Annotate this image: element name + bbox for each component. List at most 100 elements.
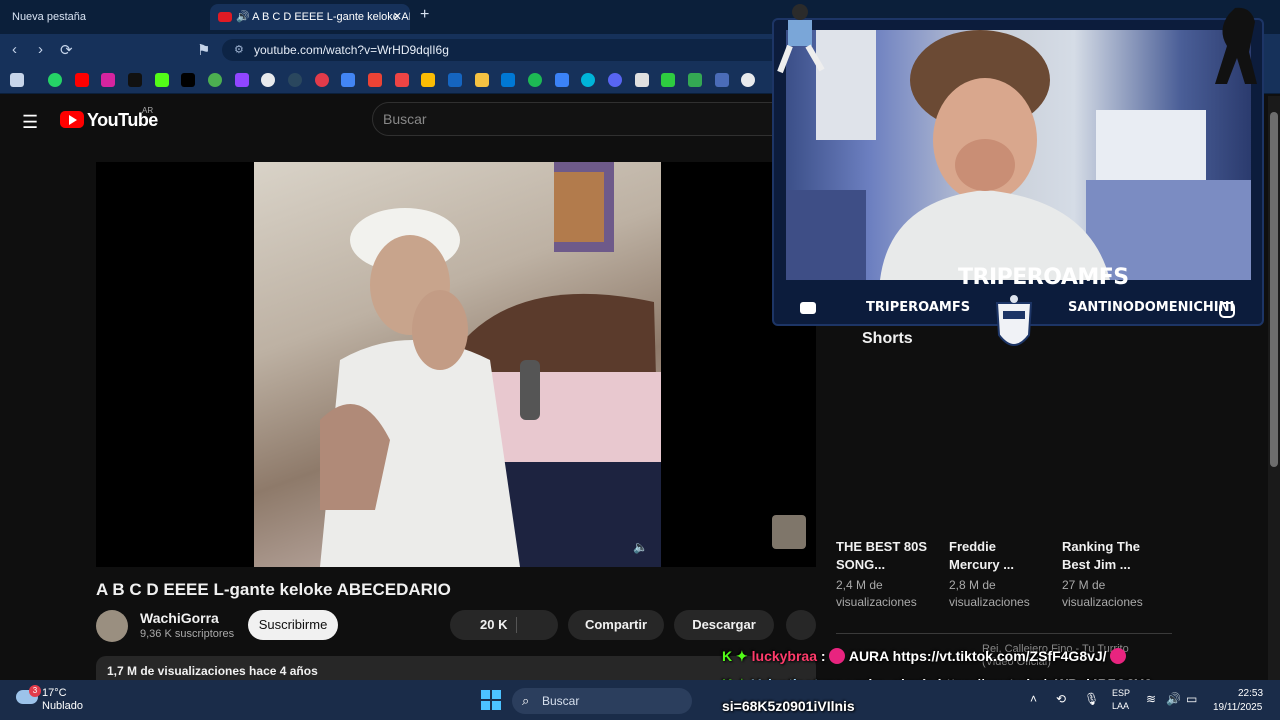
divider: [836, 633, 1172, 634]
keyboard-layout[interactable]: LAA: [1112, 701, 1129, 711]
tab-new-tab[interactable]: Nueva pestaña: [0, 4, 205, 30]
streamer-name: TRIPEROAMFS: [958, 265, 1129, 290]
volume-icon[interactable]: 🔈: [633, 540, 648, 554]
notification-badge: 3: [29, 685, 41, 697]
windows-start-icon[interactable]: [481, 690, 501, 710]
video-title: A B C D EEEE L-gante keloke ABECEDARIO: [96, 580, 451, 599]
instagram-handle: SANTINODOMENICHINI: [1068, 300, 1235, 315]
short-card[interactable]: THE BEST 80S SONG... 2,4 M de visualizac…: [836, 538, 936, 611]
channel-watermark-icon[interactable]: [772, 515, 806, 549]
bookmark-icon[interactable]: [715, 73, 729, 87]
google-icon[interactable]: [741, 73, 755, 87]
apps-icon[interactable]: [10, 73, 24, 87]
emote-icon: [829, 648, 846, 664]
forward-icon[interactable]: ›: [38, 41, 43, 58]
youtube-icon[interactable]: [75, 73, 89, 87]
url-text: youtube.com/watch?v=WrHD9dqlI6g: [254, 43, 449, 57]
avatar[interactable]: [96, 610, 128, 642]
short-views: 27 M de visualizaciones: [1062, 578, 1143, 609]
country-code: AR: [142, 106, 154, 115]
bookmark-icon[interactable]: [635, 73, 649, 87]
tab-label: A B C D EEEE L-gante keloke ABECEDARIO: [252, 11, 410, 23]
subscriber-count: 9,36 K suscriptores: [140, 628, 235, 640]
short-views: 2,8 M de visualizaciones: [949, 578, 1030, 609]
discord-icon[interactable]: [608, 73, 622, 87]
youtube-handle: TRIPEROAMFS: [866, 300, 971, 315]
search-input[interactable]: Buscar: [372, 102, 792, 136]
battery-icon[interactable]: ▭: [1186, 692, 1197, 706]
chat-message-continuation: si=68K5z0901iVIlnis: [722, 698, 855, 714]
bookmark-icon[interactable]: ⚑: [197, 41, 210, 59]
short-views: 2,4 M de visualizaciones: [836, 578, 917, 609]
drive-icon[interactable]: [421, 73, 435, 87]
docs-icon[interactable]: [341, 73, 355, 87]
bookmark-icon[interactable]: [661, 73, 675, 87]
like-button[interactable]: 20 K: [450, 610, 558, 640]
instagram-icon[interactable]: [101, 73, 115, 87]
channel-name[interactable]: WachiGorra: [140, 610, 219, 626]
chat-text: AURA https://vt.tiktok.com/ZSfF4G8vJ/: [848, 648, 1107, 664]
taskbar-search[interactable]: ⌕ Buscar: [512, 688, 692, 714]
close-icon[interactable]: ✕: [393, 4, 402, 30]
bookmark-icon[interactable]: [501, 73, 515, 87]
wifi-icon[interactable]: ≋: [1146, 692, 1156, 706]
emote-icon: [1110, 648, 1127, 664]
microphone-icon[interactable]: 🎙: [1084, 692, 1099, 706]
bookmark-icon[interactable]: [208, 73, 222, 87]
gmail-icon[interactable]: [368, 73, 382, 87]
club-crest-icon: [995, 295, 1033, 346]
like-count: 20 K: [480, 617, 508, 632]
volume-icon[interactable]: 🔊: [1166, 692, 1181, 706]
chat-message: K ✦ luckybraa : AURA https://vt.tiktok.c…: [722, 648, 1127, 665]
drive-icon[interactable]: [688, 73, 702, 87]
language-indicator[interactable]: ESP: [1112, 688, 1130, 698]
site-info-icon[interactable]: ⚙: [234, 39, 244, 61]
back-icon[interactable]: ‹: [12, 41, 17, 58]
clock-date[interactable]: 19/11/2025: [1213, 702, 1262, 713]
x-icon[interactable]: [181, 73, 195, 87]
reload-icon[interactable]: ⟳: [60, 41, 73, 59]
short-card[interactable]: Freddie Mercury ... 2,8 M de visualizaci…: [949, 538, 1049, 611]
short-card[interactable]: Ranking The Best Jim ... 27 M de visuali…: [1062, 538, 1162, 611]
download-button[interactable]: Descargar: [674, 610, 774, 640]
tab-label: Nueva pestaña: [12, 11, 86, 23]
short-title: Ranking The Best Jim ...: [1062, 539, 1141, 572]
share-button[interactable]: Compartir: [568, 610, 664, 640]
subscribe-button[interactable]: Suscribirme: [248, 610, 338, 640]
video-stats: 1,7 M de visualizaciones hace 4 años: [107, 664, 318, 678]
bookmark-icon[interactable]: [315, 73, 329, 87]
google-icon[interactable]: [261, 73, 275, 87]
steam-icon[interactable]: [288, 73, 302, 87]
spotify-icon[interactable]: [528, 73, 542, 87]
bookmark-icon[interactable]: [475, 73, 489, 87]
person-figure-image: [320, 208, 540, 567]
shorts-heading: Shorts: [862, 330, 913, 347]
kick-icon[interactable]: [155, 73, 169, 87]
chart-icon[interactable]: [395, 73, 409, 87]
kick-icon: K ✦: [722, 648, 748, 664]
youtube-logo-icon[interactable]: [60, 111, 84, 128]
scrollbar-thumb[interactable]: [1270, 112, 1278, 467]
more-actions-button[interactable]: [786, 610, 816, 640]
address-bar[interactable]: ⚙ youtube.com/watch?v=WrHD9dqlI6g: [222, 39, 782, 61]
plus-icon[interactable]: +: [420, 6, 429, 24]
divider: [516, 617, 517, 633]
chevron-up-icon[interactable]: ˄: [1030, 692, 1037, 706]
tab-youtube-video[interactable]: 🔊 A B C D EEEE L-gante keloke ABECEDARIO…: [210, 4, 410, 30]
download-icon[interactable]: [555, 73, 569, 87]
bookmark-icon[interactable]: [581, 73, 595, 87]
streamer-figure-image: [880, 30, 1110, 280]
bookmark-icon[interactable]: [448, 73, 462, 87]
silhouette-figure-icon: [1215, 7, 1257, 84]
twitch-icon[interactable]: [235, 73, 249, 87]
clock-time[interactable]: 22:53: [1238, 688, 1263, 699]
weather-temperature[interactable]: 17°C: [42, 687, 67, 699]
short-title: THE BEST 80S SONG...: [836, 539, 928, 572]
tiktok-icon[interactable]: [128, 73, 142, 87]
sync-icon[interactable]: ⟲: [1056, 692, 1066, 706]
menu-icon[interactable]: ☰: [22, 112, 38, 133]
weather-description[interactable]: Nublado: [42, 700, 83, 712]
whatsapp-icon[interactable]: [48, 73, 62, 87]
youtube-icon: [800, 302, 816, 314]
speaker-icon: 🔊: [236, 11, 253, 23]
